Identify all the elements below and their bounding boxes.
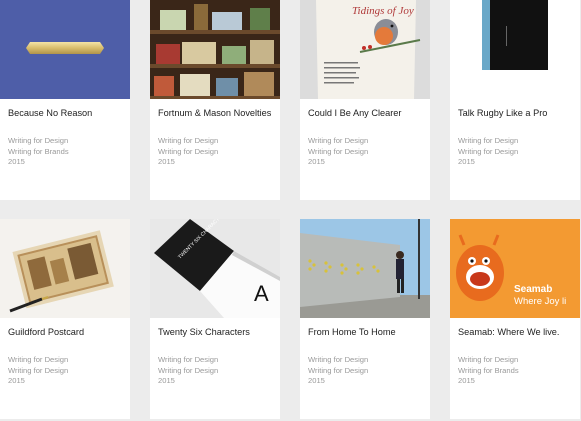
project-year: 2015 [158,157,175,167]
project-category: Writing for Design [458,355,519,364]
project-thumbnail[interactable]: Seamab Where Joy li [450,219,580,318]
project-category: Writing for Design [458,136,519,145]
project-title[interactable]: Seamab: Where We live. [458,326,576,338]
project-category: Writing for Design [158,136,219,145]
project-year: 2015 [308,376,325,386]
project-category: Writing for Design [8,355,69,364]
project-year: 2015 [8,157,25,167]
seamab-logo-text: Seamab [514,284,552,295]
project-card-could-i-be-any-clearer[interactable]: Tidings of Joy Could I Be Any Clearer Wr… [300,0,430,200]
project-category: Writing for Brands [458,365,519,375]
project-card-guildford-postcard[interactable]: Guildford Postcard Writing for Design Wr… [0,219,130,419]
project-category: Writing for Brands [8,146,69,156]
project-category: Writing for Design [158,365,219,375]
project-card-seamab[interactable]: Seamab Where Joy li Seamab: Where We liv… [450,219,580,419]
project-category: Writing for Design [8,136,69,145]
project-year: 2015 [458,157,475,167]
project-card-because-no-reason[interactable]: Because No Reason Writing for Design Wri… [0,0,130,200]
project-meta: Writing for Design Writing for Brands 20… [458,355,576,387]
project-title[interactable]: Guildford Postcard [8,326,126,338]
project-card-twenty-six-characters[interactable]: A TWENTY SIX CHARACTERS Twenty Six Chara… [150,219,280,419]
project-thumbnail[interactable] [450,0,580,99]
project-category: Writing for Design [308,365,369,375]
project-title[interactable]: Twenty Six Characters [158,326,276,338]
project-year: 2015 [458,376,475,386]
card-tidings-text: Tidings of Joy [352,5,414,17]
portfolio-grid: Because No Reason Writing for Design Wri… [0,0,581,421]
project-title[interactable]: From Home To Home [308,326,426,338]
project-meta: Writing for Design Writing for Design 20… [158,136,276,168]
project-title[interactable]: Could I Be Any Clearer [308,107,426,119]
project-thumbnail[interactable]: A TWENTY SIX CHARACTERS [150,219,280,318]
project-year: 2015 [308,157,325,167]
project-card-fortnum-mason[interactable]: Fortnum & Mason Novelties Writing for De… [150,0,280,200]
project-card-from-home-to-home[interactable]: From Home To Home Writing for Design Wri… [300,219,430,419]
project-thumbnail[interactable]: Tidings of Joy [300,0,430,99]
project-year: 2015 [158,376,175,386]
project-category: Writing for Design [308,136,369,145]
project-thumbnail[interactable] [300,219,430,318]
project-category: Writing for Design [458,146,519,156]
project-thumbnail[interactable] [150,0,280,99]
project-category: Writing for Design [308,355,369,364]
svg-text:A: A [254,281,269,306]
project-meta: Writing for Design Writing for Brands 20… [8,136,126,168]
project-year: 2015 [8,376,25,386]
project-title[interactable]: Because No Reason [8,107,126,119]
project-category: Writing for Design [158,146,219,156]
project-title[interactable]: Fortnum & Mason Novelties [158,107,276,119]
project-meta: Writing for Design Writing for Design 20… [308,136,426,168]
project-title[interactable]: Talk Rugby Like a Pro [458,107,576,119]
seamab-tagline-text: Where Joy li [514,296,566,307]
project-category: Writing for Design [158,355,219,364]
project-category: Writing for Design [8,365,69,375]
project-category: Writing for Design [308,146,369,156]
project-thumbnail[interactable] [0,219,130,318]
project-thumbnail[interactable] [0,0,130,99]
project-meta: Writing for Design Writing for Design 20… [308,355,426,387]
project-meta: Writing for Design Writing for Design 20… [8,355,126,387]
project-meta: Writing for Design Writing for Design 20… [158,355,276,387]
project-meta: Writing for Design Writing for Design 20… [458,136,576,168]
project-card-talk-rugby[interactable]: Talk Rugby Like a Pro Writing for Design… [450,0,580,200]
